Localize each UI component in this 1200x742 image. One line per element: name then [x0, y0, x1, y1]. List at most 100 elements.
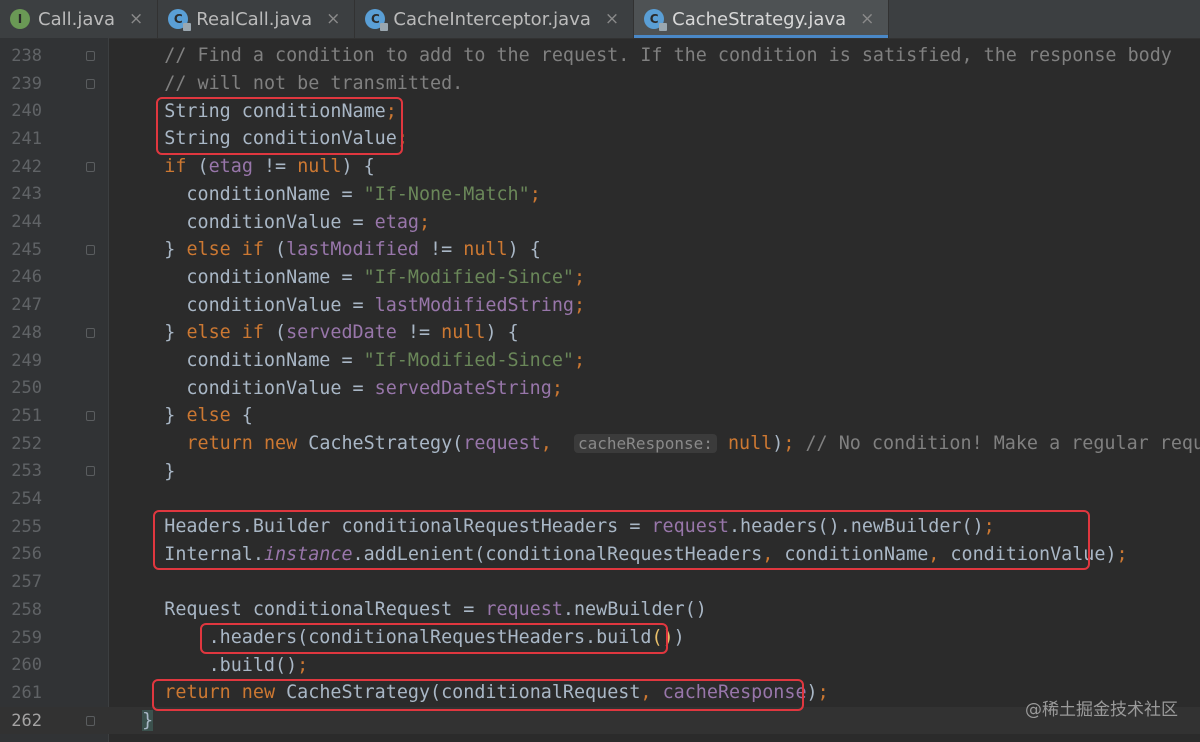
- code-text: if (etag != null) {: [164, 156, 375, 178]
- close-icon[interactable]: ×: [326, 9, 340, 29]
- line-number: 244: [11, 212, 42, 233]
- line-number: 240: [11, 101, 42, 122]
- code-text: String conditionName;: [120, 100, 397, 122]
- code-text: conditionValue = etag;: [120, 211, 431, 233]
- line-number: 252: [11, 433, 42, 454]
- code-line[interactable]: 247 conditionValue = lastModifiedString;: [0, 291, 1200, 319]
- line-number: 257: [11, 572, 42, 593]
- close-icon[interactable]: ×: [129, 9, 143, 29]
- code-line[interactable]: 253 }: [0, 458, 1200, 486]
- code-line[interactable]: 238 // Find a condition to add to the re…: [0, 42, 1200, 70]
- line-number: 262: [11, 710, 42, 731]
- code-line[interactable]: 258 Request conditionalRequest = request…: [0, 596, 1200, 624]
- line-number: 248: [11, 322, 42, 343]
- code-line[interactable]: 242 if (etag != null) {: [0, 153, 1200, 181]
- line-number: 254: [11, 489, 42, 510]
- line-number: 251: [11, 405, 42, 426]
- class-icon: C: [168, 9, 192, 31]
- tab-call[interactable]: I Call.java ×: [0, 0, 159, 38]
- code-text: Request conditionalRequest = request.new…: [120, 599, 707, 621]
- code-text: return new CacheStrategy(conditionalRequ…: [164, 682, 829, 704]
- code-line[interactable]: 255 Headers.Builder conditionalRequestHe…: [0, 513, 1200, 541]
- code-line[interactable]: 241 String conditionValue;: [0, 125, 1200, 153]
- line-number: 255: [11, 516, 42, 537]
- fold-marker-icon[interactable]: [86, 161, 95, 172]
- code-text: } else if (servedDate != null) {: [120, 322, 519, 344]
- fold-marker-icon[interactable]: [86, 50, 95, 61]
- line-number: 250: [11, 378, 42, 399]
- interface-icon: I: [10, 9, 30, 29]
- line-number: 253: [11, 461, 42, 482]
- code-line[interactable]: 240 String conditionName;: [0, 97, 1200, 125]
- code-line[interactable]: 250 conditionValue = servedDateString;: [0, 374, 1200, 402]
- tab-label: RealCall.java: [196, 8, 313, 30]
- line-number: 239: [11, 73, 42, 94]
- line-number: 238: [11, 45, 42, 66]
- code-text: .build();: [120, 654, 309, 676]
- line-number: 256: [11, 544, 42, 565]
- line-number: 258: [11, 599, 42, 620]
- code-line[interactable]: 254: [0, 485, 1200, 513]
- code-line[interactable]: 244 conditionValue = etag;: [0, 208, 1200, 236]
- code-line[interactable]: 246 conditionName = "If-Modified-Since";: [0, 264, 1200, 292]
- code-text: conditionValue = servedDateString;: [120, 377, 563, 399]
- code-text: }: [142, 710, 154, 732]
- code-text: conditionName = "If-Modified-Since";: [120, 350, 586, 372]
- line-number: 259: [11, 627, 42, 648]
- code-line[interactable]: 249 conditionName = "If-Modified-Since";: [0, 347, 1200, 375]
- code-text: conditionName = "If-None-Match";: [120, 183, 541, 205]
- fold-marker-icon[interactable]: [86, 78, 95, 89]
- code-text: // will not be transmitted.: [164, 73, 464, 95]
- fold-marker-icon[interactable]: [86, 244, 95, 255]
- code-line[interactable]: 259 .headers(conditionalRequestHeaders.b…: [0, 624, 1200, 652]
- close-icon[interactable]: ×: [605, 9, 619, 29]
- fold-marker-icon[interactable]: [86, 466, 95, 477]
- fold-marker-icon[interactable]: [86, 715, 95, 726]
- line-number: 260: [11, 655, 42, 676]
- tab-cacheinterceptor[interactable]: C CacheInterceptor.java ×: [355, 0, 635, 38]
- line-number: 245: [11, 239, 42, 260]
- code-line[interactable]: 257: [0, 568, 1200, 596]
- tab-label: CacheStrategy.java: [672, 8, 847, 30]
- class-icon: C: [644, 9, 668, 31]
- line-number: 243: [11, 184, 42, 205]
- code-line[interactable]: 260 .build();: [0, 651, 1200, 679]
- code-line[interactable]: 261 return new CacheStrategy(conditional…: [0, 679, 1200, 707]
- code-text: String conditionValue;: [120, 128, 408, 150]
- code-text: return new CacheStrategy(request, cacheR…: [186, 433, 1200, 455]
- code-text: } else {: [120, 405, 253, 427]
- tab-cachestrategy[interactable]: C CacheStrategy.java ×: [634, 0, 890, 38]
- code-text: conditionValue = lastModifiedString;: [120, 294, 586, 316]
- line-number: 241: [11, 128, 42, 149]
- code-text: }: [120, 460, 176, 482]
- code-text: } else if (lastModified != null) {: [120, 239, 541, 261]
- code-text: .headers(conditionalRequestHeaders.build…: [120, 627, 685, 649]
- code-text: conditionName = "If-Modified-Since";: [120, 266, 586, 288]
- tab-label: Call.java: [38, 8, 116, 30]
- editor-tab-bar: I Call.java × C RealCall.java × C CacheIntercep…: [0, 0, 1200, 39]
- line-number: 261: [11, 682, 42, 703]
- tab-label: CacheInterceptor.java: [393, 8, 591, 30]
- code-line[interactable]: 252 return new CacheStrategy(request, ca…: [0, 430, 1200, 458]
- code-line[interactable]: 243 conditionName = "If-None-Match";: [0, 181, 1200, 209]
- code-line[interactable]: 245 } else if (lastModified != null) {: [0, 236, 1200, 264]
- line-number: 246: [11, 267, 42, 288]
- watermark: @稀土掘金技术社区: [1025, 700, 1178, 720]
- code-line[interactable]: 262 }: [0, 706, 1200, 735]
- code-text: Headers.Builder conditionalRequestHeader…: [120, 516, 995, 538]
- line-number: 242: [11, 156, 42, 177]
- class-icon: C: [365, 9, 389, 31]
- code-line[interactable]: 256 Internal.instance.addLenient(conditi…: [0, 541, 1200, 569]
- code-editor[interactable]: 238 // Find a condition to add to the re…: [0, 38, 1200, 742]
- code-text: Internal.instance.addLenient(conditional…: [120, 543, 1128, 565]
- fold-marker-icon[interactable]: [86, 410, 95, 421]
- code-line[interactable]: 251 } else {: [0, 402, 1200, 430]
- code-text: // Find a condition to add to the reques…: [164, 45, 1172, 67]
- close-icon[interactable]: ×: [860, 9, 874, 29]
- tab-realcall[interactable]: C RealCall.java ×: [158, 0, 356, 38]
- code-line[interactable]: 248 } else if (servedDate != null) {: [0, 319, 1200, 347]
- code-line[interactable]: 239 // will not be transmitted.: [0, 70, 1200, 98]
- line-number: 247: [11, 295, 42, 316]
- fold-marker-icon[interactable]: [86, 327, 95, 338]
- line-number: 249: [11, 350, 42, 371]
